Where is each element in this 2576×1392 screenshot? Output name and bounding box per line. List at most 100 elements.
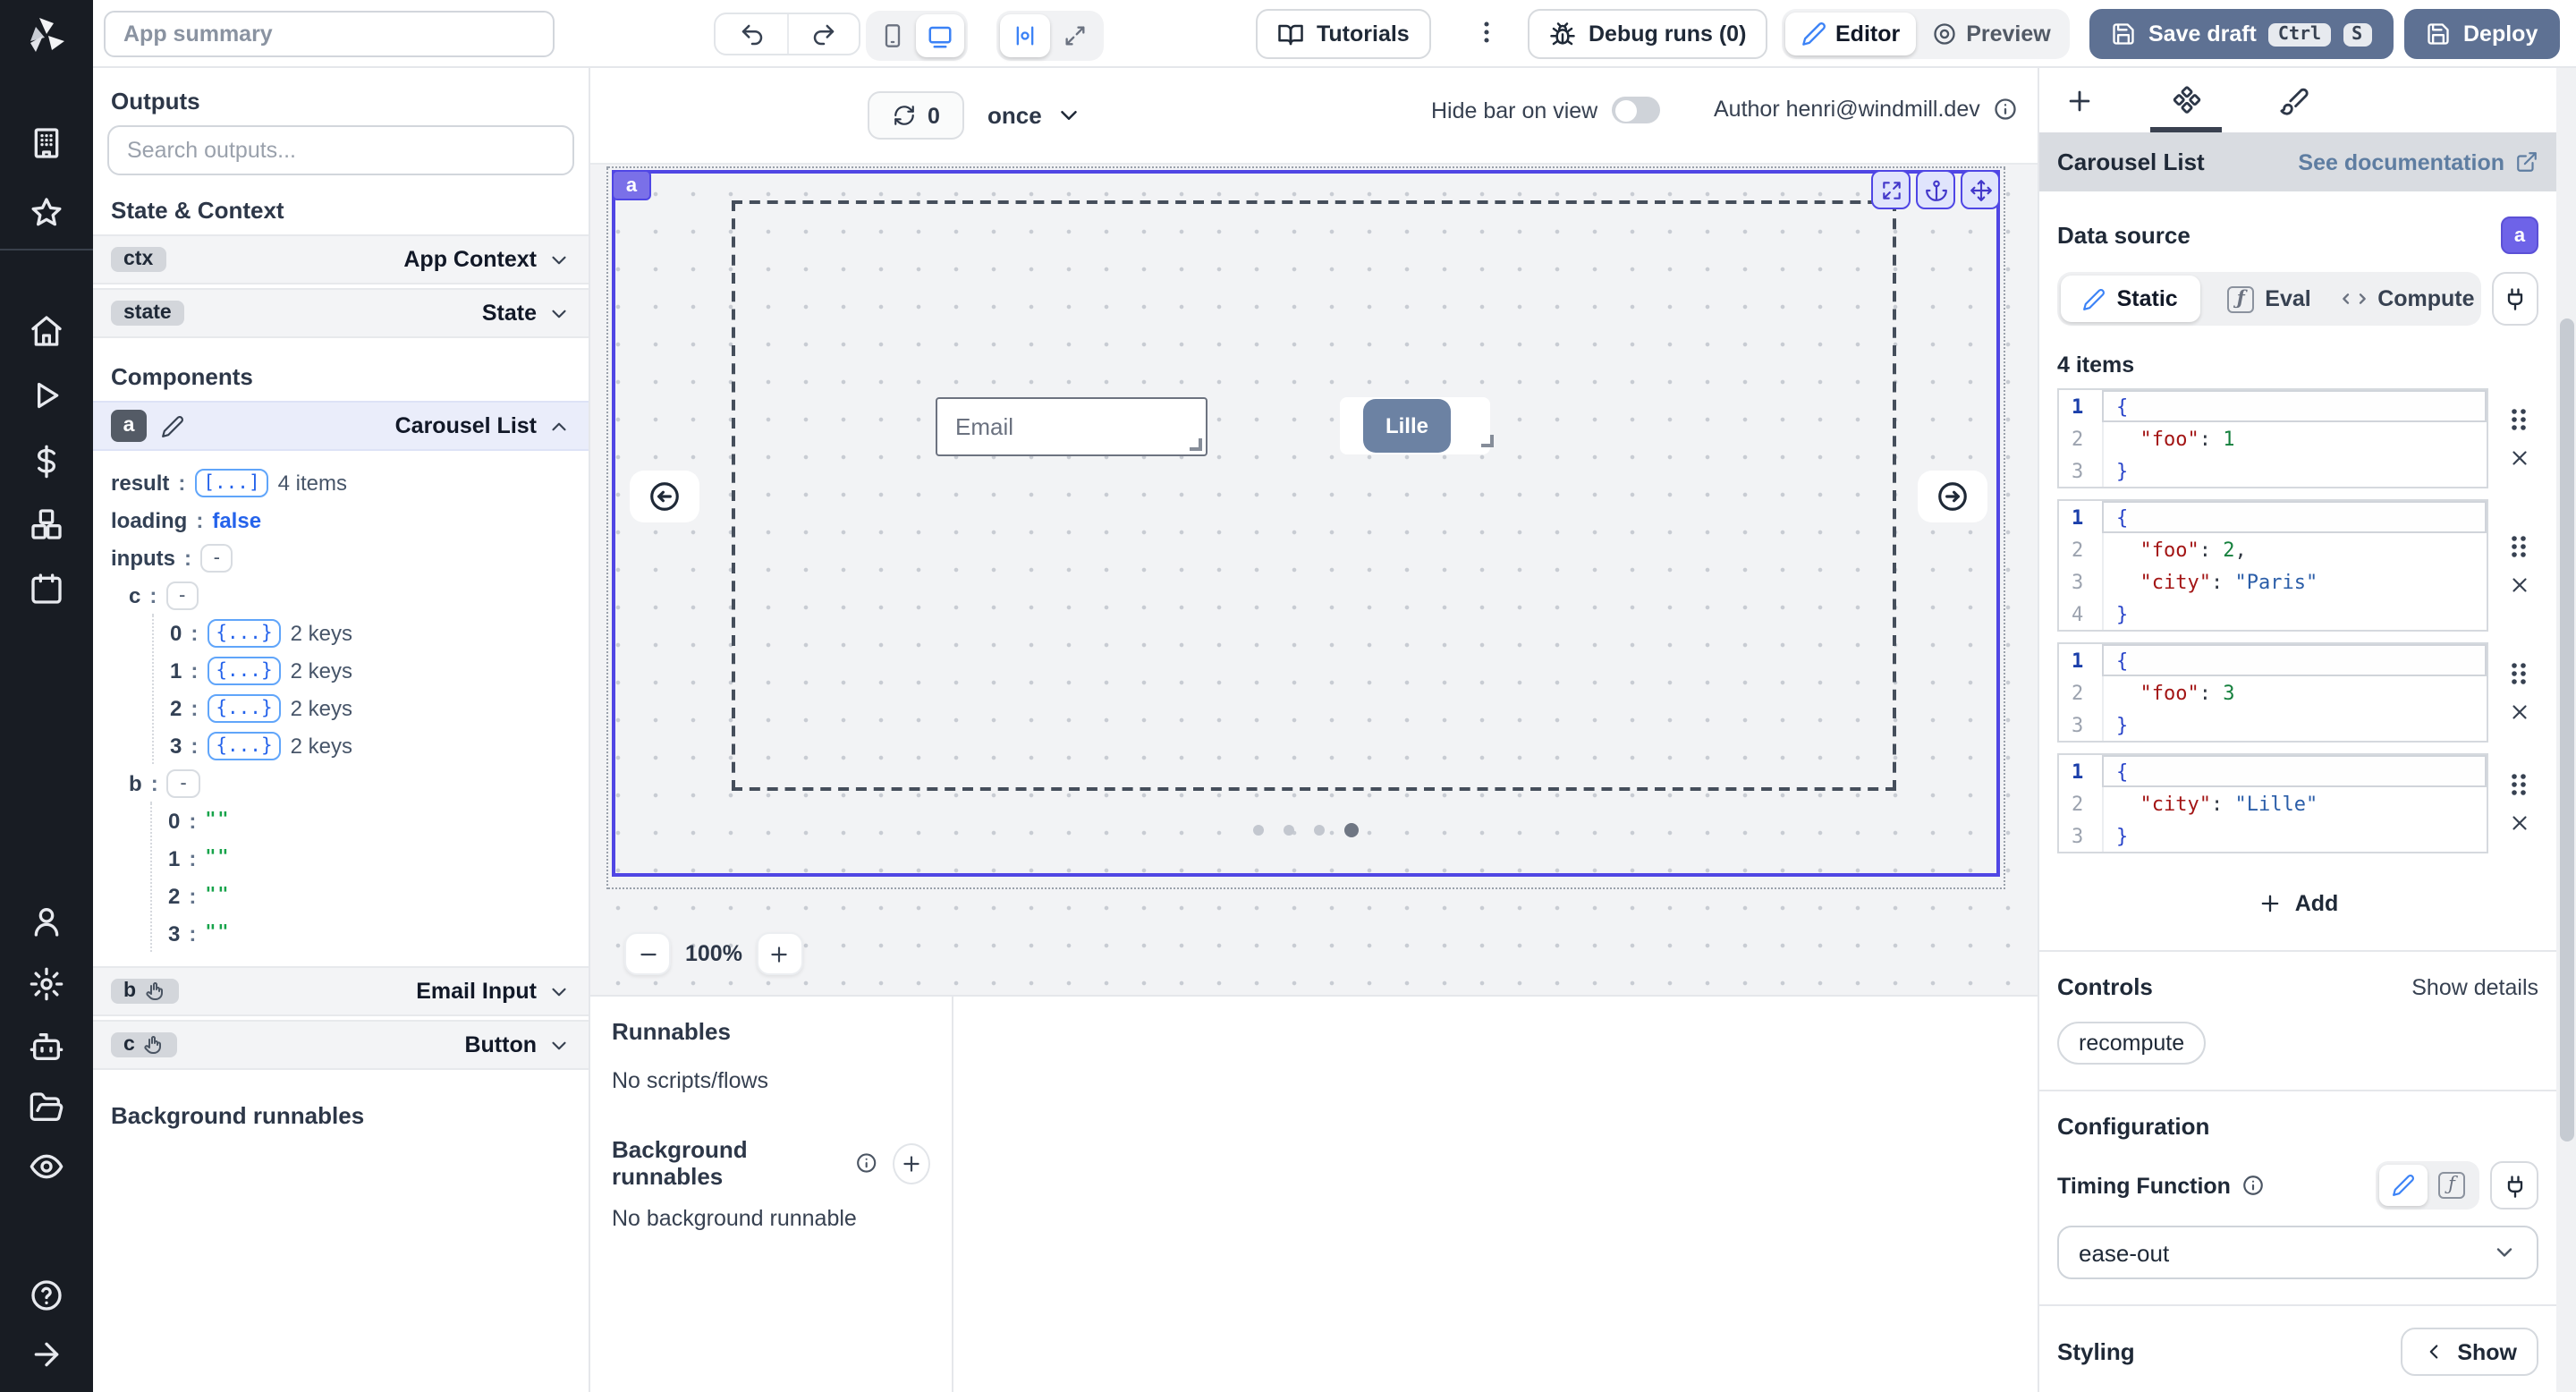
- collapse-badge[interactable]: -: [165, 581, 199, 609]
- email-input-component[interactable]: Email: [936, 397, 1208, 456]
- audit-eye-icon[interactable]: [29, 1149, 64, 1184]
- zoom-in-button[interactable]: [757, 932, 803, 975]
- add-background-runnable-button[interactable]: [893, 1142, 930, 1184]
- debug-runs-button[interactable]: Debug runs (0): [1528, 9, 1767, 59]
- more-menu-button[interactable]: [1470, 16, 1503, 48]
- move-component-button[interactable]: [1961, 170, 2000, 209]
- insert-component-tab[interactable]: [2039, 68, 2118, 132]
- timing-static-button[interactable]: [2379, 1165, 2428, 1206]
- refresh-frequency-dropdown[interactable]: once: [987, 91, 1083, 140]
- tree-row-b-1[interactable]: 1 : "": [152, 839, 571, 877]
- carousel-dot-0[interactable]: [1253, 825, 1264, 836]
- email-input-component-row[interactable]: b Email Input: [93, 966, 589, 1016]
- state-row[interactable]: state State: [93, 288, 589, 338]
- compute-mode-button[interactable]: Compute: [2339, 276, 2478, 322]
- json-editor-item-4[interactable]: 1{2 "city": "Lille"3}: [2057, 753, 2488, 853]
- lille-button-component[interactable]: Lille: [1363, 399, 1451, 453]
- preview-tab[interactable]: Preview: [1916, 13, 2067, 55]
- center-content-button[interactable]: [1000, 14, 1050, 57]
- settings-gear-icon[interactable]: [29, 966, 64, 1002]
- help-icon[interactable]: [29, 1277, 64, 1313]
- carousel-dot-1[interactable]: [1284, 825, 1294, 836]
- show-details-link[interactable]: Show details: [2411, 974, 2538, 999]
- carousel-prev-button[interactable]: [630, 471, 699, 522]
- runs-play-icon[interactable]: [29, 378, 64, 413]
- resize-handle[interactable]: [1481, 435, 1494, 447]
- tree-row-loading[interactable]: loading : false: [111, 501, 571, 539]
- see-documentation-link[interactable]: See documentation: [2298, 149, 2538, 174]
- editor-tab[interactable]: Editor: [1785, 13, 1916, 55]
- delete-item-x-icon[interactable]: [2507, 573, 2530, 597]
- expand-rail-arrow-icon[interactable]: [29, 1337, 64, 1372]
- collapse-badge[interactable]: -: [167, 768, 200, 797]
- tree-row-result[interactable]: result : [...] 4 items: [111, 463, 571, 501]
- drag-handle-icon[interactable]: [2508, 661, 2529, 686]
- object-badge[interactable]: {...}: [207, 618, 281, 647]
- ai-robot-icon[interactable]: [29, 1029, 64, 1065]
- app-summary-input[interactable]: [104, 11, 555, 57]
- workspace-icon[interactable]: [29, 125, 64, 161]
- redo-button[interactable]: [787, 14, 859, 54]
- tree-row-c-3[interactable]: 3 : {...} 2 keys: [154, 726, 571, 764]
- eval-mode-button[interactable]: ƒ Eval: [2199, 276, 2338, 322]
- drag-handle-icon[interactable]: [2508, 772, 2529, 797]
- carousel-inner-container[interactable]: [732, 200, 1896, 791]
- button-component-cell[interactable]: Lille: [1340, 397, 1490, 454]
- app-canvas[interactable]: a Email L: [590, 165, 2038, 995]
- delete-item-x-icon[interactable]: [2507, 700, 2530, 724]
- tree-row-b-2[interactable]: 2 : "": [152, 877, 571, 914]
- tree-row-b-3[interactable]: 3 : "": [152, 914, 571, 952]
- object-badge[interactable]: {...}: [207, 656, 281, 684]
- carousel-component-row[interactable]: a Carousel List: [93, 401, 589, 451]
- json-editor-item-1[interactable]: 1{2 "foo": 13}: [2057, 388, 2488, 488]
- timing-eval-button[interactable]: ƒ: [2428, 1165, 2476, 1206]
- home-icon[interactable]: [29, 313, 64, 349]
- component-settings-tab[interactable]: [2147, 68, 2225, 132]
- carousel-pagination-dots[interactable]: [1253, 823, 1359, 837]
- connect-plug-button[interactable]: [2492, 272, 2538, 326]
- drag-handle-icon[interactable]: [2508, 407, 2529, 432]
- resources-boxes-icon[interactable]: [29, 506, 64, 542]
- add-item-button[interactable]: Add: [2057, 882, 2538, 925]
- static-mode-button[interactable]: Static: [2061, 276, 2199, 322]
- carousel-dot-2[interactable]: [1314, 825, 1325, 836]
- anchor-component-button[interactable]: [1916, 170, 1955, 209]
- full-width-button[interactable]: [1050, 14, 1100, 57]
- users-person-icon[interactable]: [29, 904, 64, 939]
- recompute-button[interactable]: recompute: [2057, 1022, 2206, 1065]
- favorites-star-icon[interactable]: [29, 195, 64, 231]
- array-badge[interactable]: [...]: [194, 468, 268, 497]
- resize-handle[interactable]: [1190, 438, 1202, 451]
- tree-row-inputs[interactable]: inputs : -: [111, 539, 571, 576]
- selected-carousel-component[interactable]: a Email L: [612, 170, 2000, 877]
- object-badge[interactable]: {...}: [207, 731, 281, 760]
- folders-icon[interactable]: [29, 1090, 64, 1125]
- timing-function-select[interactable]: ease-out: [2057, 1226, 2538, 1279]
- tree-row-c-0[interactable]: 0 : {...} 2 keys: [154, 614, 571, 651]
- tree-row-c-2[interactable]: 2 : {...} 2 keys: [154, 689, 571, 726]
- undo-button[interactable]: [716, 14, 787, 54]
- collapse-badge[interactable]: -: [200, 543, 233, 572]
- hide-bar-toggle[interactable]: [1612, 97, 1660, 123]
- edit-pencil-icon[interactable]: [161, 414, 184, 437]
- mobile-view-button[interactable]: [869, 14, 916, 57]
- search-outputs-input[interactable]: [107, 125, 574, 175]
- info-icon[interactable]: [2241, 1174, 2265, 1197]
- button-component-row[interactable]: c Button: [93, 1020, 589, 1070]
- json-editor-item-2[interactable]: 1{2 "foo": 2,3 "city": "Paris"4}: [2057, 499, 2488, 632]
- tree-row-b-0[interactable]: 0 : "": [152, 802, 571, 839]
- info-icon[interactable]: [1993, 97, 2018, 122]
- tree-row-b[interactable]: b : -: [129, 764, 571, 802]
- info-icon[interactable]: [856, 1150, 878, 1176]
- carousel-next-button[interactable]: [1918, 471, 1987, 522]
- desktop-view-button[interactable]: [916, 14, 964, 57]
- tree-row-c[interactable]: c : -: [129, 576, 571, 614]
- tutorials-button[interactable]: Tutorials: [1256, 9, 1431, 59]
- object-badge[interactable]: {...}: [207, 693, 281, 722]
- save-draft-button[interactable]: Save draft Ctrl S: [2089, 9, 2393, 59]
- styling-show-button[interactable]: Show: [2400, 1328, 2538, 1376]
- ctx-row[interactable]: ctx App Context: [93, 234, 589, 284]
- timing-plug-button[interactable]: [2490, 1161, 2538, 1210]
- deploy-button[interactable]: Deploy: [2404, 9, 2559, 59]
- json-editor-item-3[interactable]: 1{2 "foo": 33}: [2057, 642, 2488, 743]
